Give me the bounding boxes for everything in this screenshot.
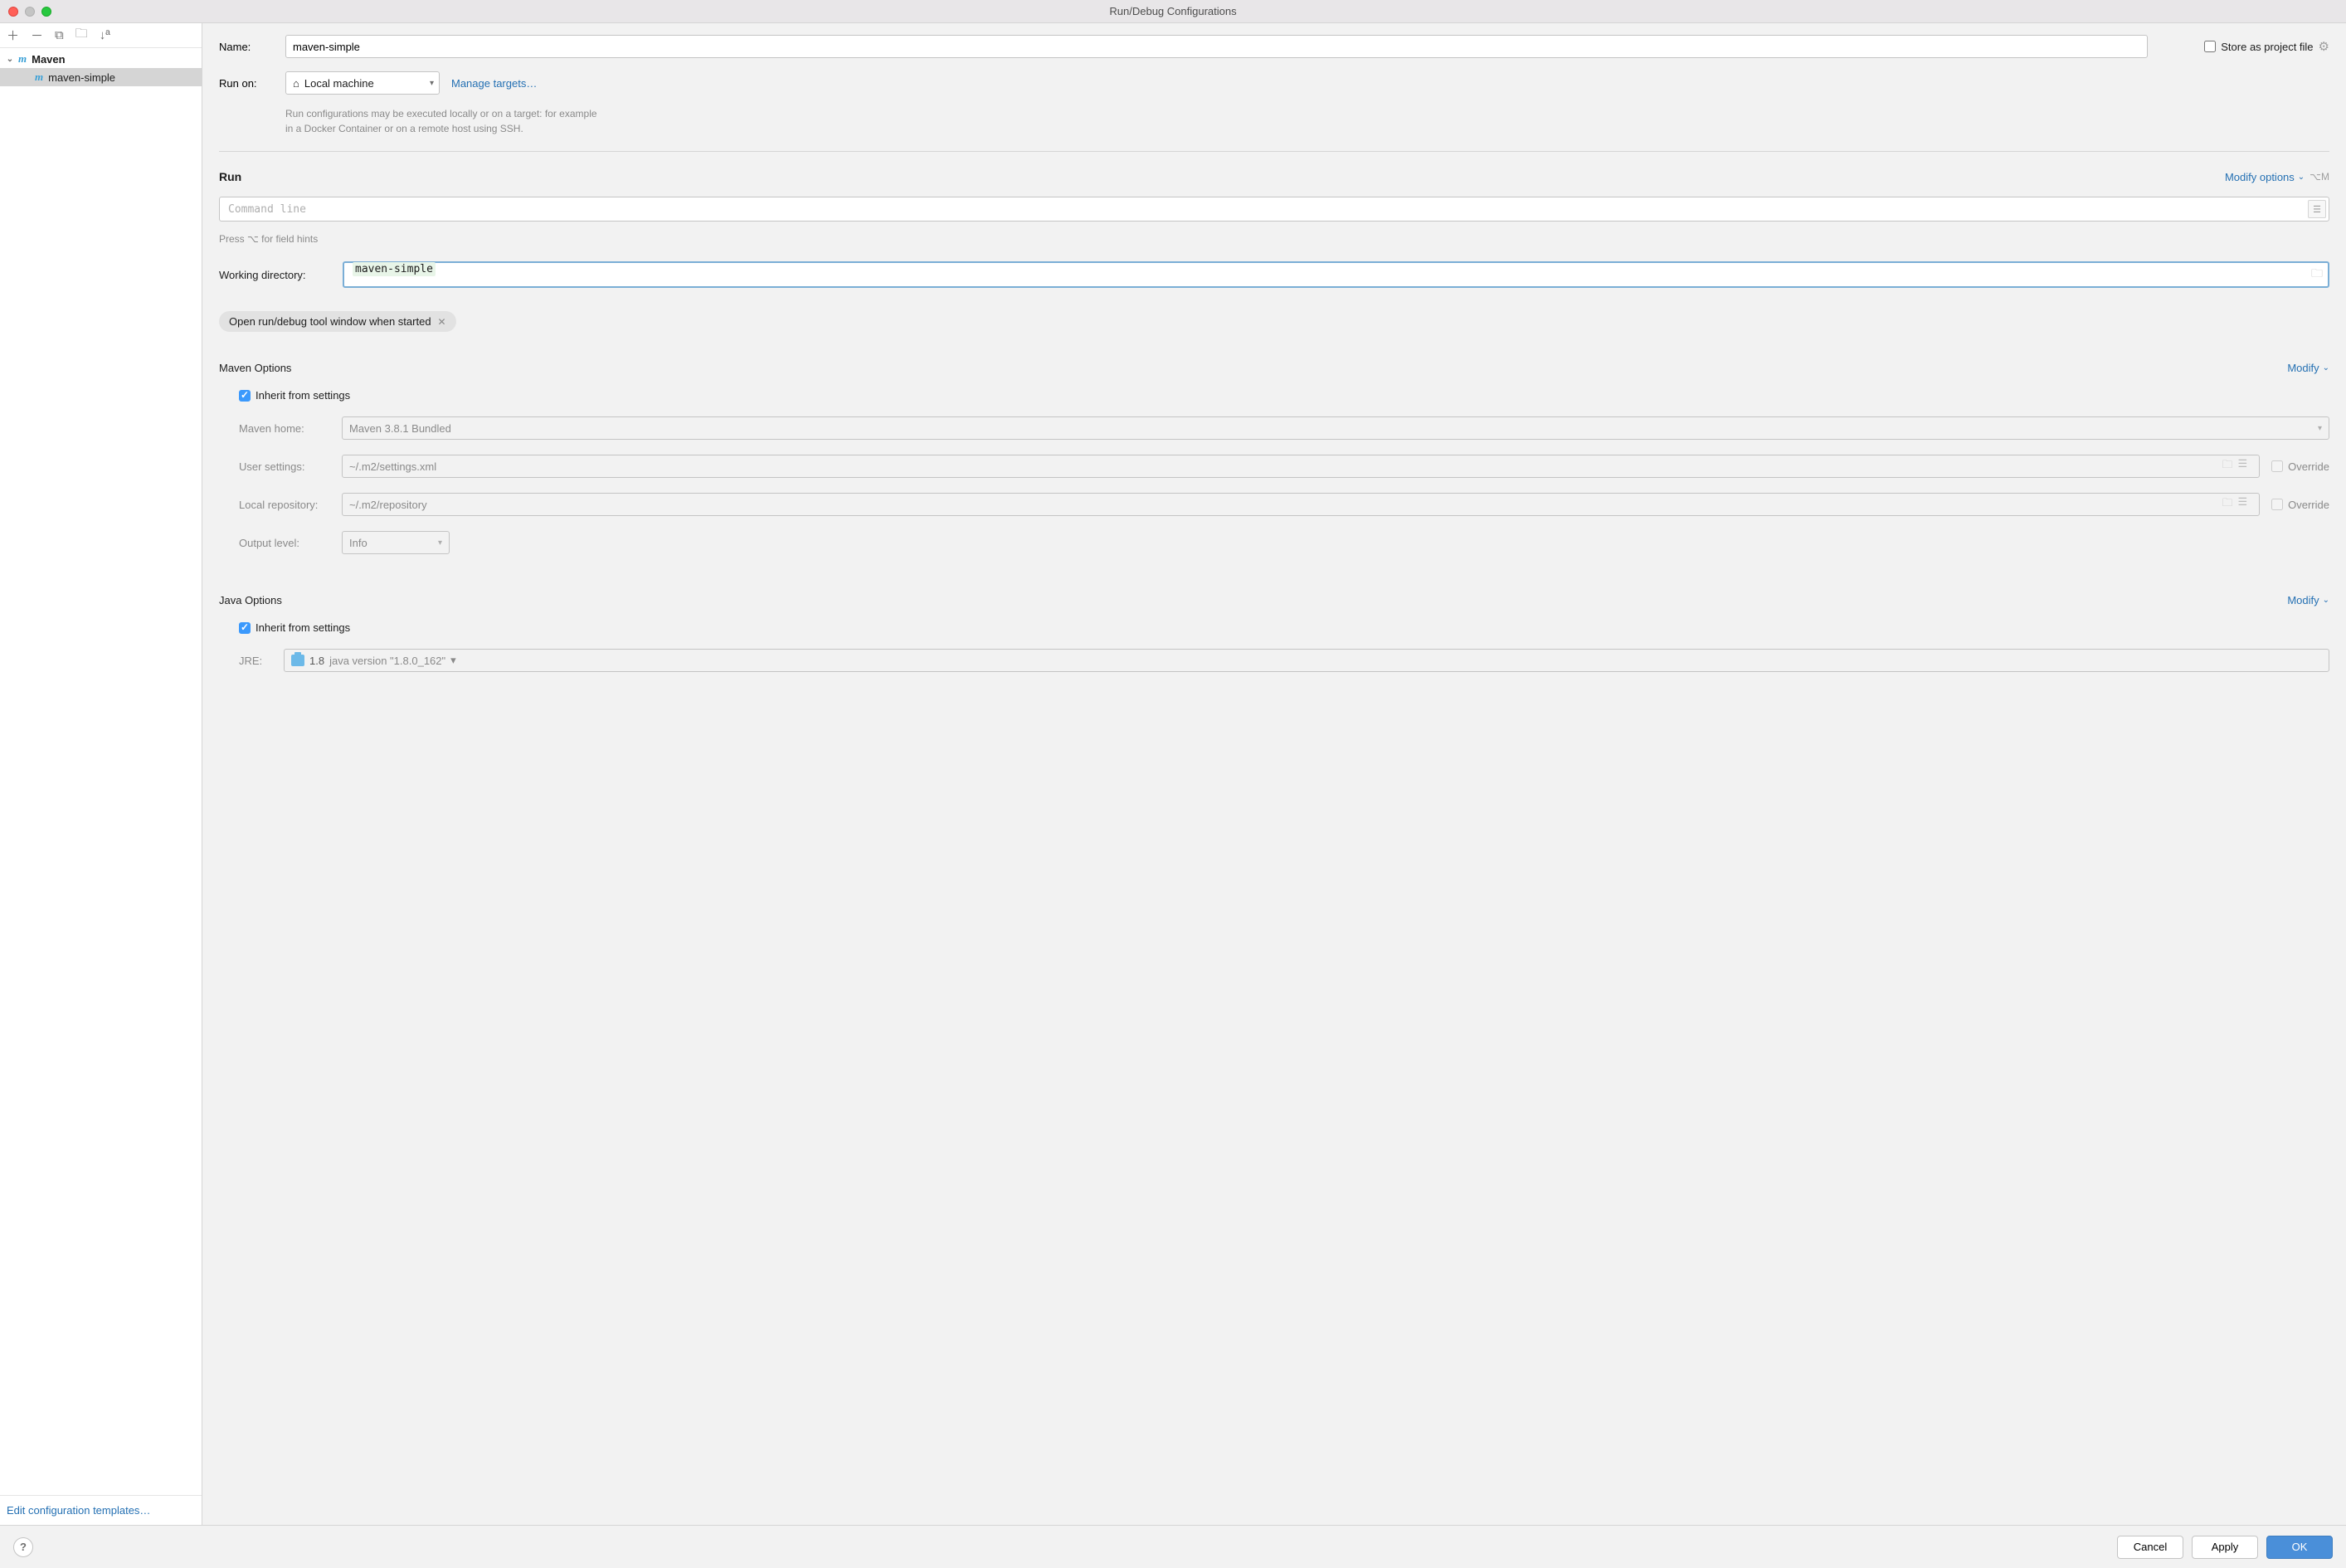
maven-modify-link[interactable]: Modify ⌄ bbox=[2287, 362, 2329, 374]
java-inherit-checkbox[interactable] bbox=[239, 622, 251, 634]
modify-options-link[interactable]: Modify options ⌄ bbox=[2225, 171, 2305, 183]
home-icon: ⌂ bbox=[293, 77, 299, 90]
window-controls bbox=[8, 7, 51, 17]
override-label: Override bbox=[2288, 460, 2329, 473]
maven-home-label: Maven home: bbox=[239, 422, 330, 435]
run-on-value: Local machine bbox=[304, 77, 374, 90]
chevron-down-icon: ▾ bbox=[438, 538, 442, 548]
name-label: Name: bbox=[219, 41, 274, 53]
expand-icon: ☰ bbox=[2237, 457, 2247, 475]
tree-group-label: Maven bbox=[32, 53, 65, 66]
tree-item-label: maven-simple bbox=[48, 71, 115, 84]
chevron-down-icon: ⌄ bbox=[5, 55, 15, 64]
content: Name: Store as project file ⚙ Run on: ⌂ … bbox=[202, 23, 2346, 1525]
maven-home-field: Maven 3.8.1 Bundled ▾ bbox=[342, 416, 2329, 440]
chevron-down-icon: ▾ bbox=[450, 654, 456, 667]
java-modify-link[interactable]: Modify ⌄ bbox=[2287, 594, 2329, 606]
maven-inherit-checkbox[interactable] bbox=[239, 390, 251, 402]
edit-templates-link[interactable]: Edit configuration templates… bbox=[7, 1504, 150, 1517]
sidebar-toolbar: ＋ － ⧉ 🗀 ↓ª bbox=[0, 23, 202, 48]
ok-button[interactable]: OK bbox=[2266, 1536, 2333, 1559]
tree-item-maven-simple[interactable]: m maven-simple bbox=[0, 68, 202, 86]
run-on-label: Run on: bbox=[219, 77, 274, 90]
working-directory-label: Working directory: bbox=[219, 269, 331, 281]
sort-config-icon[interactable]: ↓ª bbox=[100, 28, 110, 42]
chevron-down-icon: ▾ bbox=[2318, 424, 2322, 433]
command-line-input[interactable] bbox=[219, 197, 2329, 222]
help-button[interactable]: ? bbox=[13, 1537, 33, 1557]
tree-group-maven[interactable]: ⌄ m Maven bbox=[0, 50, 202, 68]
working-directory-value: maven-simple bbox=[353, 262, 436, 276]
java-options-title: Java Options bbox=[219, 594, 282, 606]
expand-field-icon[interactable]: ☰ bbox=[2308, 200, 2326, 218]
minimize-window bbox=[25, 7, 35, 17]
store-project-checkbox[interactable] bbox=[2204, 41, 2216, 52]
local-repo-label: Local repository: bbox=[239, 499, 330, 511]
targets-hint: Run configurations may be executed local… bbox=[285, 106, 2329, 136]
maven-icon: m bbox=[35, 71, 43, 84]
apply-button[interactable]: Apply bbox=[2192, 1536, 2258, 1559]
user-settings-field: ~/.m2/settings.xml 🗀 ☰ bbox=[342, 455, 2260, 478]
user-settings-label: User settings: bbox=[239, 460, 330, 473]
browse-icon: 🗀 bbox=[2222, 457, 2232, 475]
run-on-select[interactable]: ⌂ Local machine ▾ bbox=[285, 71, 440, 95]
copy-config-icon[interactable]: ⧉ bbox=[55, 28, 64, 42]
local-repo-field: ~/.m2/repository 🗀 ☰ bbox=[342, 493, 2260, 516]
chevron-down-icon: ▾ bbox=[430, 79, 434, 88]
manage-targets-link[interactable]: Manage targets… bbox=[451, 77, 537, 90]
run-section-title: Run bbox=[219, 170, 241, 183]
maven-options-title: Maven Options bbox=[219, 362, 291, 374]
browse-folder-icon[interactable]: 🗀 bbox=[2311, 265, 2323, 285]
window-title: Run/Debug Configurations bbox=[8, 5, 2338, 17]
chevron-down-icon: ⌄ bbox=[2323, 363, 2329, 373]
browse-icon: 🗀 bbox=[2222, 495, 2232, 514]
open-tool-window-chip[interactable]: Open run/debug tool window when started … bbox=[219, 311, 456, 332]
remove-config-icon[interactable]: － bbox=[31, 27, 43, 44]
output-level-label: Output level: bbox=[239, 537, 330, 549]
add-config-icon[interactable]: ＋ bbox=[7, 27, 19, 44]
name-input[interactable] bbox=[285, 35, 2148, 58]
store-project-label: Store as project file bbox=[2221, 41, 2313, 53]
modify-shortcut: ⌥M bbox=[2309, 171, 2329, 183]
chevron-down-icon: ⌄ bbox=[2323, 596, 2329, 605]
jre-field: 1.8 java version "1.8.0_162" ▾ bbox=[284, 649, 2329, 672]
close-window[interactable] bbox=[8, 7, 18, 17]
override-label: Override bbox=[2288, 499, 2329, 511]
field-hints-text: Press ⌥ for field hints bbox=[219, 231, 2329, 246]
zoom-window[interactable] bbox=[41, 7, 51, 17]
cancel-button[interactable]: Cancel bbox=[2117, 1536, 2183, 1559]
working-directory-input[interactable]: maven-simple bbox=[343, 261, 2329, 288]
user-settings-override-checkbox bbox=[2271, 460, 2283, 472]
jre-label: JRE: bbox=[239, 655, 272, 667]
jre-folder-icon bbox=[291, 655, 304, 666]
remove-chip-icon[interactable]: ✕ bbox=[438, 316, 446, 328]
expand-icon: ☰ bbox=[2237, 495, 2247, 514]
java-inherit-label: Inherit from settings bbox=[256, 621, 350, 634]
config-tree: ⌄ m Maven m maven-simple bbox=[0, 48, 202, 1495]
local-repo-override-checkbox bbox=[2271, 499, 2283, 510]
chevron-down-icon: ⌄ bbox=[2298, 173, 2305, 182]
titlebar: Run/Debug Configurations bbox=[0, 0, 2346, 23]
gear-icon[interactable]: ⚙ bbox=[2319, 39, 2329, 54]
sidebar: ＋ － ⧉ 🗀 ↓ª ⌄ m Maven m maven-simple Edit… bbox=[0, 23, 202, 1525]
jre-version: 1.8 bbox=[309, 655, 324, 667]
save-config-icon[interactable]: 🗀 bbox=[75, 25, 88, 46]
maven-icon: m bbox=[18, 52, 27, 66]
footer: ? Cancel Apply OK bbox=[0, 1525, 2346, 1568]
jre-description: java version "1.8.0_162" bbox=[329, 655, 445, 667]
chip-label: Open run/debug tool window when started bbox=[229, 315, 431, 328]
output-level-field: Info ▾ bbox=[342, 531, 450, 554]
maven-inherit-label: Inherit from settings bbox=[256, 389, 350, 402]
